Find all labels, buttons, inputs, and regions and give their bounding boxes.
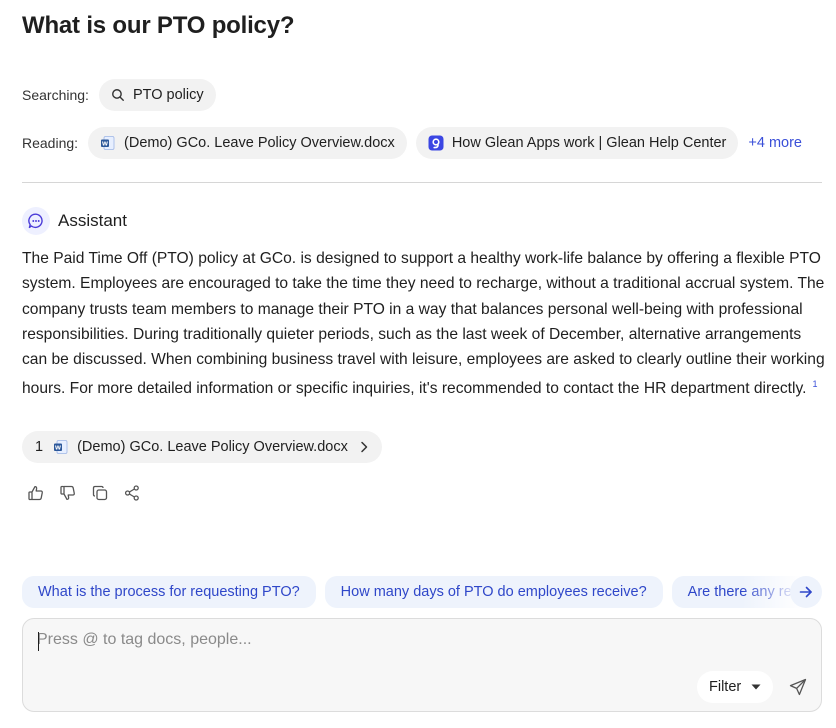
reading-source-pill[interactable]: How Glean Apps work | Glean Help Center — [415, 127, 739, 159]
filter-button[interactable]: Filter — [697, 671, 774, 703]
answer-text: The Paid Time Off (PTO) policy at GCo. i… — [22, 250, 825, 398]
assistant-chat-icon — [22, 207, 50, 235]
reading-source-title: (Demo) GCo. Leave Policy Overview.docx — [124, 135, 395, 151]
search-query-text: PTO policy — [132, 87, 204, 103]
assistant-header: Assistant — [22, 207, 127, 235]
share-icon[interactable] — [122, 483, 142, 503]
reading-source-title: How Glean Apps work | Glean Help Center — [451, 135, 727, 151]
citation-marker[interactable]: 1 — [812, 379, 817, 389]
svg-text:W: W — [55, 445, 61, 451]
suggestion-chip[interactable]: What is the process for requesting PTO? — [22, 576, 316, 608]
divider — [22, 182, 822, 183]
citation-source-pill[interactable]: 1 W (Demo) GCo. Leave Policy Overview.do… — [22, 431, 382, 463]
suggested-questions: What is the process for requesting PTO? … — [22, 576, 822, 608]
citation-number: 1 — [35, 439, 44, 455]
searching-label: Searching: — [22, 87, 89, 103]
send-icon — [789, 678, 807, 696]
search-query-pill[interactable]: PTO policy — [98, 79, 216, 111]
thumbs-up-icon[interactable] — [26, 483, 46, 503]
reading-label: Reading: — [22, 135, 79, 151]
citation-title: (Demo) GCo. Leave Policy Overview.docx — [77, 439, 348, 455]
copy-icon[interactable] — [90, 483, 110, 503]
reading-row: Reading: W (Demo) GCo. Leave Policy Over… — [22, 127, 802, 159]
arrow-right-icon — [799, 586, 812, 598]
caret-down-icon — [751, 684, 761, 690]
thumbs-down-icon[interactable] — [58, 483, 78, 503]
answer-actions — [26, 483, 154, 503]
word-doc-icon: W — [101, 136, 115, 150]
svg-text:W: W — [102, 141, 108, 147]
more-sources-link[interactable]: +4 more — [748, 135, 802, 151]
assistant-answer: The Paid Time Off (PTO) policy at GCo. i… — [22, 246, 828, 402]
message-input[interactable] — [37, 631, 677, 649]
suggestion-chip[interactable]: How many days of PTO do employees receiv… — [324, 576, 663, 608]
searching-row: Searching: PTO policy — [22, 79, 225, 111]
assistant-name: Assistant — [58, 211, 127, 230]
scroll-suggestions-button[interactable] — [790, 576, 822, 608]
glean-help-icon — [428, 135, 444, 151]
filter-label: Filter — [709, 679, 742, 695]
send-button[interactable] — [787, 676, 809, 698]
page-title: What is our PTO policy? — [22, 12, 295, 39]
word-doc-icon: W — [54, 440, 68, 454]
search-icon — [111, 89, 124, 101]
message-composer: Filter — [22, 618, 822, 712]
text-caret — [38, 632, 39, 651]
reading-source-pill[interactable]: W (Demo) GCo. Leave Policy Overview.docx — [88, 127, 407, 159]
chevron-right-icon — [361, 441, 368, 453]
